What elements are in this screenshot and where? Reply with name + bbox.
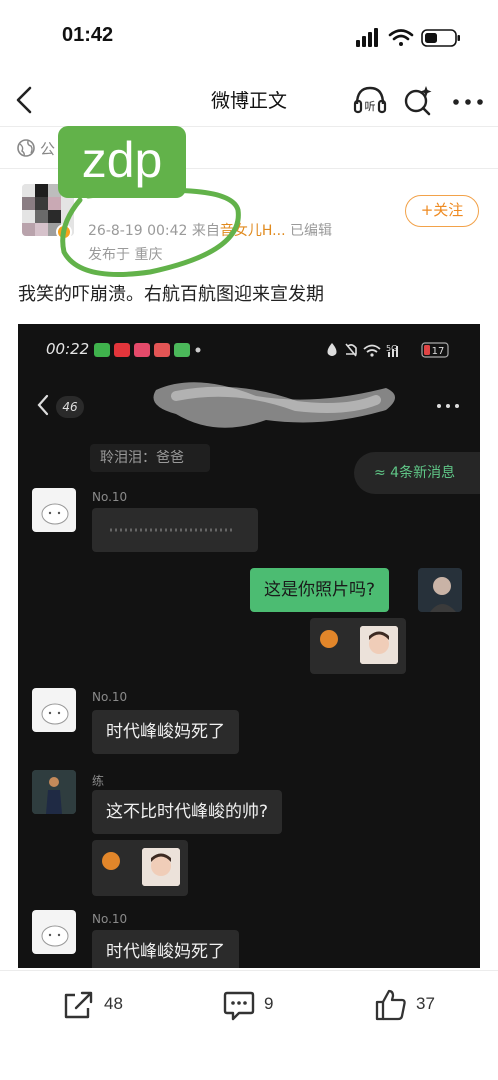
- embedded-avatar-cat: [32, 488, 76, 532]
- wifi-icon: [363, 344, 381, 353]
- follow-button[interactable]: +关注: [405, 195, 479, 227]
- post-text-part: 我笑的: [18, 284, 72, 305]
- embedded-sender: No.10: [92, 490, 128, 504]
- post-text: 我笑的吓崩溃。右航百航图迎来宣发期: [18, 280, 324, 306]
- like-count: 37: [416, 994, 435, 1013]
- comment-button[interactable]: 9: [222, 986, 302, 1026]
- globe-icon: [17, 139, 35, 157]
- battery-level: 17: [432, 346, 445, 357]
- post-image[interactable]: 00:22 5G 17 46 聆泪泪：爸爸 ≈ 4条新消息 No.10 这是你照…: [18, 324, 480, 968]
- like-button[interactable]: 37: [374, 986, 464, 1026]
- comment-icon: [223, 991, 255, 1021]
- share-count: 48: [104, 994, 123, 1013]
- status-time: 01:42: [62, 24, 114, 46]
- embedded-avatar-self: [418, 568, 462, 612]
- embedded-bubble-outgoing: 这是你照片吗?: [250, 568, 390, 612]
- embedded-time: 00:22: [46, 340, 90, 358]
- embedded-sender: 练: [92, 774, 105, 788]
- listen-icon[interactable]: 听: [352, 82, 388, 118]
- app-icon: [174, 343, 190, 357]
- embedded-unread-count: 46: [56, 396, 84, 418]
- embedded-media-card: [310, 618, 406, 674]
- embedded-sender: No.10: [92, 912, 128, 926]
- redaction-smear: [153, 382, 395, 428]
- edited-label: 已编辑: [289, 223, 332, 239]
- embedded-new-messages-pill: ≈ 4条新消息: [354, 452, 480, 494]
- embedded-bubble-incoming: 时代峰峻妈死了: [92, 930, 239, 968]
- embedded-status-bar: 00:22 5G 17: [18, 338, 480, 364]
- battery-icon: [421, 29, 460, 47]
- app-icon: [114, 343, 130, 357]
- search-spark-icon[interactable]: [402, 82, 434, 118]
- listen-label: 听: [365, 100, 376, 113]
- wifi-icon: [388, 29, 414, 46]
- comment-count: 9: [264, 994, 274, 1013]
- watermark-zdp: zdp: [58, 126, 186, 198]
- embedded-photo-sticker: [142, 848, 180, 886]
- drop-icon: [327, 343, 337, 356]
- status-icons: [356, 28, 460, 47]
- embedded-avatar-cat: [32, 688, 76, 732]
- app-icon: [154, 343, 170, 357]
- embedded-photo-sticker: [360, 626, 398, 664]
- embedded-more-icon: [437, 404, 459, 408]
- embedded-bubble-blurred: [92, 508, 258, 552]
- embedded-previous-message: 聆泪泪：爸爸: [90, 444, 210, 472]
- wechat-icon: [94, 343, 110, 357]
- divider: [0, 970, 498, 971]
- embedded-app-icons: [94, 343, 201, 357]
- action-bar: 48 9 37: [0, 972, 498, 1042]
- embedded-system-icons: 5G 17: [327, 342, 449, 358]
- embedded-bubble-incoming: 这不比时代峰峻的帅?: [92, 790, 283, 834]
- status-bar: 01:42: [0, 0, 498, 74]
- basketball-icon: [102, 852, 120, 870]
- post-text-part: 崩溃。右航百航图迎来宣发期: [90, 284, 324, 305]
- visibility-label: 公: [40, 140, 56, 158]
- post-text-hidden: 吓: [72, 284, 90, 305]
- embedded-avatar-player: [32, 770, 76, 814]
- embedded-media-card: [92, 840, 188, 896]
- network-label: 5G: [386, 344, 397, 353]
- embedded-bubble-incoming: 时代峰峻妈死了: [92, 710, 239, 754]
- embedded-sender: No.10: [92, 690, 128, 704]
- signal-icon: [356, 28, 378, 47]
- share-button[interactable]: 48: [62, 986, 152, 1026]
- mute-icon: [345, 343, 357, 357]
- app-icon: [134, 343, 150, 357]
- basketball-icon: [320, 630, 338, 648]
- nav-bar: 微博正文 听: [0, 74, 498, 126]
- more-dots-icon[interactable]: [448, 82, 488, 118]
- share-icon: [64, 991, 93, 1019]
- embedded-avatar-cat: [32, 910, 76, 954]
- thumbs-up-icon: [375, 989, 406, 1021]
- embedded-back-icon: [37, 394, 49, 416]
